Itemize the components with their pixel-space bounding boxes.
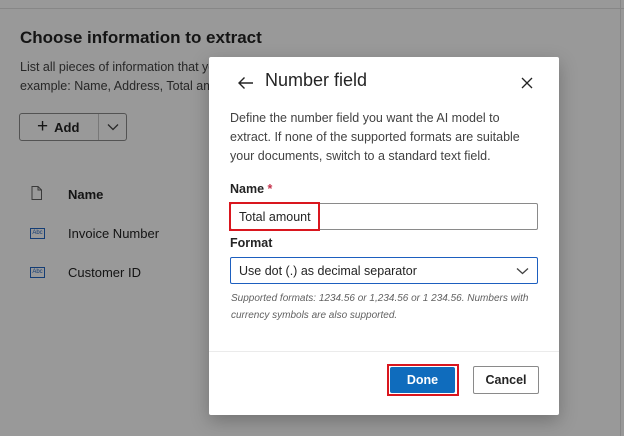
dialog-title: Number field — [265, 70, 368, 90]
format-selected-value: Use dot (.) as decimal separator — [239, 263, 417, 278]
back-button[interactable] — [235, 73, 255, 93]
name-label-text: Name — [230, 182, 265, 196]
close-button[interactable] — [517, 73, 537, 93]
footer-divider — [209, 351, 559, 352]
number-field-dialog: Number field Define the number field you… — [209, 57, 559, 415]
close-icon — [521, 77, 533, 89]
required-marker: * — [267, 182, 273, 196]
cancel-button[interactable]: Cancel — [473, 366, 539, 394]
name-input[interactable] — [230, 203, 538, 230]
name-label: Name * — [230, 182, 272, 196]
back-arrow-icon — [237, 77, 253, 89]
chevron-down-icon — [516, 267, 529, 274]
format-helper-text: Supported formats: 1234.56 or 1,234.56 o… — [231, 293, 529, 321]
done-button[interactable]: Done — [390, 367, 455, 393]
format-dropdown[interactable]: Use dot (.) as decimal separator — [230, 257, 538, 284]
dialog-description: Define the number field you want the AI … — [230, 111, 520, 163]
format-label: Format — [230, 236, 273, 250]
